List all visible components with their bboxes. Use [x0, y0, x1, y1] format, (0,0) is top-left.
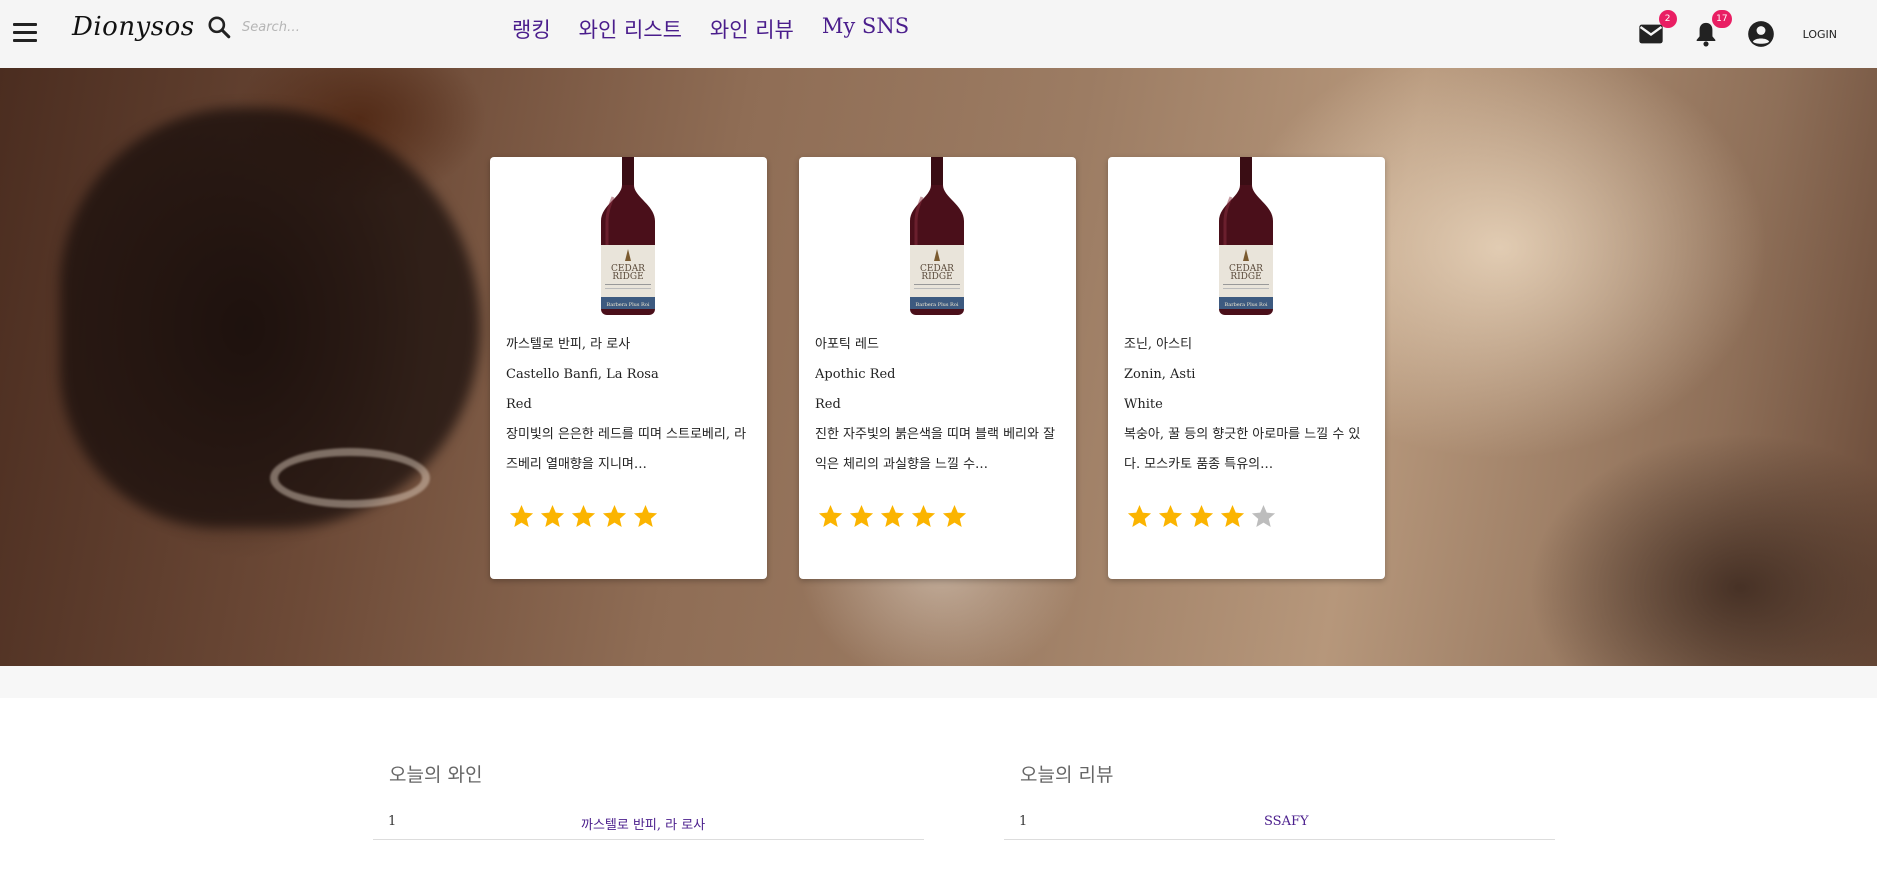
nav-wine-list[interactable]: 와인 리스트: [579, 14, 682, 44]
search-input[interactable]: [242, 19, 422, 35]
star-icon: [942, 505, 967, 527]
wine-description: 진한 자주빛의 붉은색을 띠며 블랙 베리와 잘 익은 체리의 과실향을 느낄 …: [815, 427, 1056, 472]
wine-bottle-image: CEDARRIDGEBarbera Plus Roi: [910, 157, 964, 315]
row-review-author[interactable]: SSAFY: [1264, 814, 1309, 829]
today-wine-title: 오늘의 와인: [389, 764, 483, 786]
bottle-brand-line2: RIDGE: [921, 272, 952, 282]
search-icon[interactable]: [206, 14, 232, 40]
menu-icon[interactable]: [13, 18, 41, 46]
bottle-brand-line2: RIDGE: [612, 272, 643, 282]
wine-card-body: 까스텔로 반피, 라 로사 Castello Banfi, La Rosa Red 장…: [506, 330, 751, 480]
wine-type: White: [1124, 397, 1163, 412]
wine-name-en: Castello Banfi, La Rosa: [506, 367, 659, 382]
notification-badge: 17: [1712, 10, 1732, 28]
wine-name-en: Zonin, Asti: [1124, 367, 1196, 382]
wine-card[interactable]: CEDAR RIDGE Barbera Plus Roi 조닌, 아스티 Zonin, …: [1108, 157, 1385, 579]
bottle-variety: Barbera Plus Roi: [916, 302, 959, 308]
wine-bottle-image: CEDARRIDGEBarbera Plus Roi: [601, 157, 655, 315]
main-nav: 랭킹 와인 리스트 와인 리뷰 My SNS: [512, 14, 909, 44]
search-bar: [206, 14, 422, 40]
wine-name-ko: 까스텔로 반피, 라 로사: [506, 337, 631, 352]
wine-type: Red: [506, 397, 532, 412]
app-bar: Dionysos 랭킹 와인 리스트 와인 리뷰 My SNS 2 17 LOG…: [0, 0, 1877, 68]
logo[interactable]: Dionysos: [72, 12, 195, 42]
nav-ranking[interactable]: 랭킹: [512, 14, 551, 44]
star-icon: [1220, 505, 1245, 527]
star-icon: [540, 505, 565, 527]
wine-type: Red: [815, 397, 841, 412]
rating-stars: [508, 503, 659, 530]
star-icon: [602, 505, 627, 527]
wine-name-ko: 조닌, 아스티: [1124, 337, 1193, 352]
star-icon: [880, 505, 905, 527]
wine-card-list: CEDAR RIDGE Barbera Plus Roi 까스텔로 반피, 라 로사 C…: [490, 157, 1385, 579]
wine-card[interactable]: CEDAR RIDGE Barbera Plus Roi 까스텔로 반피, 라 로사 C…: [490, 157, 767, 579]
wine-description: 장미빛의 은은한 레드를 띠며 스트로베리, 라즈베리 열매향을 지니며…: [506, 427, 747, 472]
notification-button[interactable]: 17: [1692, 10, 1732, 48]
nav-wine-review[interactable]: 와인 리뷰: [710, 14, 794, 44]
star-icon: [633, 505, 658, 527]
login-button[interactable]: LOGIN: [1803, 28, 1837, 41]
star-icon: [571, 505, 596, 527]
account-button[interactable]: [1747, 20, 1775, 48]
star-icon: [1251, 505, 1276, 527]
star-icon: [818, 505, 843, 527]
today-review-panel: 오늘의 리뷰 1 SSAFY: [1004, 760, 1555, 840]
row-rank: 1: [1019, 814, 1028, 829]
star-icon: [911, 505, 936, 527]
rating-stars: [1126, 503, 1277, 530]
wine-name-en: Apothic Red: [815, 367, 896, 382]
table-row[interactable]: 1 까스텔로 반피, 라 로사: [373, 800, 924, 840]
wine-card-body: 아포틱 레드 Apothic Red Red 진한 자주빛의 붉은색을 띠며 블랙 베…: [815, 330, 1060, 480]
today-review-title: 오늘의 리뷰: [1020, 764, 1114, 786]
mail-button[interactable]: 2: [1637, 10, 1677, 48]
mail-badge: 2: [1658, 10, 1677, 28]
star-icon: [1158, 505, 1183, 527]
row-rank: 1: [388, 814, 397, 829]
wine-description: 복숭아, 꿀 등의 향긋한 아로마를 느낄 수 있다. 모스카토 품종 특유의…: [1124, 427, 1361, 472]
account-circle-icon: [1747, 21, 1774, 47]
star-icon: [1127, 505, 1152, 527]
bottle-variety: Barbera Plus Roi: [607, 302, 650, 308]
wine-card[interactable]: CEDAR RIDGE Barbera Plus Roi 아포틱 레드 Apothic …: [799, 157, 1076, 579]
star-icon: [1189, 505, 1214, 527]
wine-name-ko: 아포틱 레드: [815, 337, 879, 352]
hero-banner: CEDAR RIDGE Barbera Plus Roi 까스텔로 반피, 라 로사 C…: [0, 68, 1877, 666]
wine-bottle-image: CEDARRIDGEBarbera Plus Roi: [1219, 157, 1273, 315]
table-row[interactable]: 1 SSAFY: [1004, 800, 1555, 840]
today-wine-panel: 오늘의 와인 1 까스텔로 반피, 라 로사: [373, 760, 924, 840]
row-wine-name[interactable]: 까스텔로 반피, 라 로사: [581, 814, 705, 833]
header-actions: 2 17 LOGIN: [1637, 0, 1877, 68]
bottle-brand-line2: RIDGE: [1230, 272, 1261, 282]
bottle-variety: Barbera Plus Roi: [1225, 302, 1268, 308]
star-icon: [849, 505, 874, 527]
star-icon: [509, 505, 534, 527]
hero-background-glass: [270, 448, 430, 508]
nav-my-sns[interactable]: My SNS: [822, 14, 909, 44]
wine-card-body: 조닌, 아스티 Zonin, Asti White 복숭아, 꿀 등의 향긋한 아로마…: [1124, 330, 1369, 480]
rating-stars: [817, 503, 968, 530]
section-divider: [0, 666, 1877, 698]
